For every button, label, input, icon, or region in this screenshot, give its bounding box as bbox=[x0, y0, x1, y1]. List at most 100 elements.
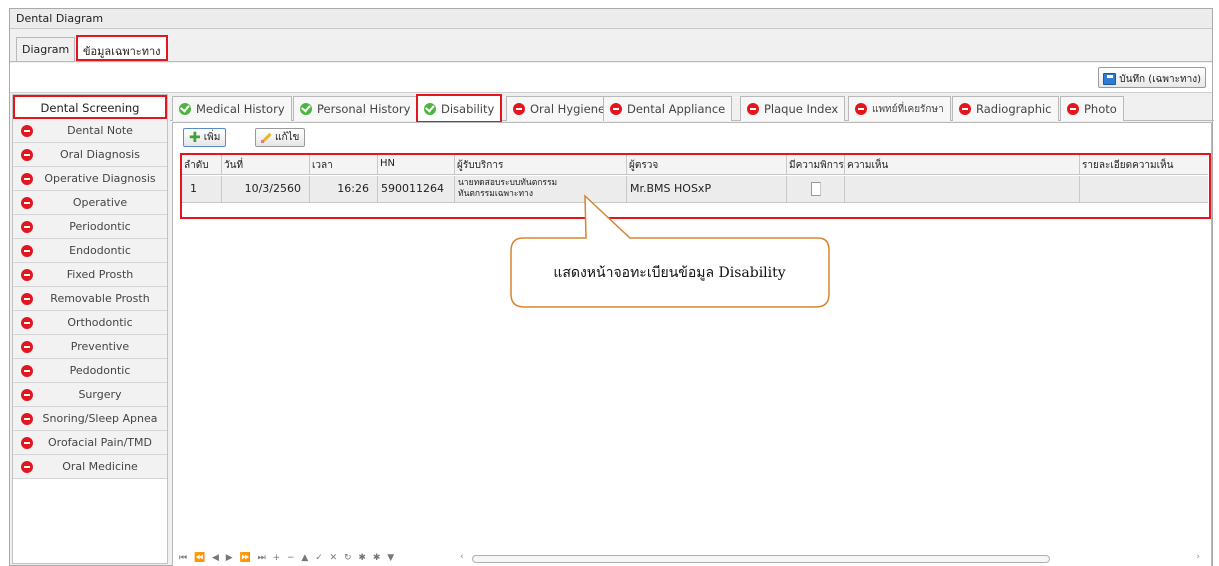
sidebar-item-preventive[interactable]: Preventive bbox=[13, 335, 167, 359]
sidebar-item-label: Endodontic bbox=[69, 244, 131, 257]
patient-line-2: ทันตกรรมเฉพาะทาง bbox=[458, 189, 533, 199]
cell-date: 10/3/2560 bbox=[222, 176, 310, 202]
edit-button[interactable]: แก้ไข bbox=[255, 128, 306, 147]
recorded-check-icon bbox=[424, 102, 436, 115]
tab-plaque-index[interactable]: Plaque Index bbox=[740, 96, 846, 121]
tab-label: Medical History bbox=[196, 102, 285, 116]
tab-medical-history[interactable]: Medical History bbox=[172, 96, 292, 121]
top-tab-strip: Diagram ข้อมูลเฉพาะทาง bbox=[10, 30, 1212, 62]
cell-patient: นายทดสอบระบบทันตกรรม ทันตกรรมเฉพาะทาง bbox=[455, 176, 627, 202]
save-specialty-button[interactable]: บันทึก (เฉพาะทาง) bbox=[1098, 67, 1206, 88]
not-recorded-icon bbox=[21, 172, 33, 185]
col-header-date[interactable]: วันที่ bbox=[222, 155, 310, 174]
sidebar-item-endodontic[interactable]: Endodontic bbox=[13, 239, 167, 263]
not-recorded-icon bbox=[21, 220, 33, 233]
tab-label: Plaque Index bbox=[764, 102, 839, 116]
cell-time: 16:26 bbox=[310, 176, 378, 202]
not-recorded-icon bbox=[21, 460, 33, 473]
sidebar-item-snoring-sleep-apnea[interactable]: Snoring/Sleep Apnea bbox=[13, 407, 167, 431]
sidebar-item-fixed-prosth[interactable]: Fixed Prosth bbox=[13, 263, 167, 287]
col-header-no[interactable]: ลำดับ bbox=[182, 155, 222, 174]
not-recorded-icon bbox=[21, 244, 33, 257]
horizontal-scrollbar[interactable]: ‹ › bbox=[460, 552, 1200, 564]
tab-label: Personal History bbox=[317, 102, 411, 116]
sidebar-item-pedodontic[interactable]: Pedodontic bbox=[13, 359, 167, 383]
tab-label: แพทย์ที่เคยรักษา bbox=[872, 103, 944, 115]
sidebar-item-oral-medicine[interactable]: Oral Medicine bbox=[13, 455, 167, 479]
sidebar-item-orthodontic[interactable]: Orthodontic bbox=[13, 311, 167, 335]
col-header-hn[interactable]: HN bbox=[378, 155, 455, 174]
disabled-checkbox[interactable] bbox=[810, 182, 821, 196]
callout-text: แสดงหน้าจอทะเบียนข้อมูล Disability bbox=[553, 265, 786, 281]
tab-diagram[interactable]: Diagram bbox=[16, 37, 76, 61]
not-recorded-icon bbox=[21, 268, 33, 281]
sidebar-item-label: Removable Prosth bbox=[50, 292, 150, 305]
sidebar-item-label: Pedodontic bbox=[69, 364, 131, 377]
tab-photo[interactable]: Photo bbox=[1060, 96, 1124, 121]
scroll-left-icon[interactable]: ‹ bbox=[460, 552, 464, 562]
sidebar-item-label: Orthodontic bbox=[67, 316, 133, 329]
sidebar-item-label: Surgery bbox=[78, 388, 122, 401]
sidebar-item-periodontic[interactable]: Periodontic bbox=[13, 215, 167, 239]
not-recorded-icon bbox=[855, 103, 867, 115]
cell-comment bbox=[845, 176, 1080, 202]
dental-diagram-window: Dental Diagram Diagram ข้อมูลเฉพาะทาง บั… bbox=[9, 8, 1214, 566]
scroll-right-icon[interactable]: › bbox=[1196, 552, 1200, 562]
cell-examiner: Mr.BMS HOSxP bbox=[627, 176, 787, 202]
col-header-time[interactable]: เวลา bbox=[310, 155, 378, 174]
col-header-comment[interactable]: ความเห็น bbox=[845, 155, 1080, 174]
col-header-examiner[interactable]: ผู้ตรวจ bbox=[627, 155, 787, 174]
tab-disability[interactable]: Disability bbox=[416, 94, 503, 123]
disability-grid: ลำดับ วันที่ เวลา HN ผู้รับบริการ ผู้ตรว… bbox=[180, 153, 1211, 219]
not-recorded-icon bbox=[21, 148, 33, 161]
pencil-icon bbox=[261, 132, 272, 143]
sidebar-item-oral-diagnosis[interactable]: Oral Diagnosis bbox=[13, 143, 167, 167]
table-row[interactable]: 1 10/3/2560 16:26 590011264 นายทดสอบระบบ… bbox=[182, 176, 1208, 203]
specialty-sidebar: Dental Screening Dental Note Oral Diagno… bbox=[12, 94, 168, 564]
sidebar-item-surgery[interactable]: Surgery bbox=[13, 383, 167, 407]
plus-icon: ✚ bbox=[189, 129, 201, 146]
not-recorded-icon bbox=[21, 412, 33, 425]
tab-personal-history[interactable]: Personal History bbox=[293, 96, 418, 121]
sidebar-item-orofacial-pain-tmd[interactable]: Orofacial Pain/TMD bbox=[13, 431, 167, 455]
sidebar-item-label: Operative Diagnosis bbox=[44, 172, 156, 185]
sidebar-item-removable-prosth[interactable]: Removable Prosth bbox=[13, 287, 167, 311]
not-recorded-icon bbox=[21, 340, 33, 353]
tab-label: Disability bbox=[441, 101, 495, 116]
sidebar-item-dental-note[interactable]: Dental Note bbox=[13, 119, 167, 143]
not-recorded-icon bbox=[21, 364, 33, 377]
sidebar-item-operative-diagnosis[interactable]: Operative Diagnosis bbox=[13, 167, 167, 191]
sidebar-item-label: Oral Medicine bbox=[62, 460, 138, 473]
sidebar-item-label: Snoring/Sleep Apnea bbox=[42, 412, 158, 425]
col-header-disabled[interactable]: มีความพิการ bbox=[787, 155, 845, 174]
not-recorded-icon bbox=[747, 103, 759, 115]
not-recorded-icon bbox=[21, 124, 33, 137]
col-header-patient[interactable]: ผู้รับบริการ bbox=[455, 155, 627, 174]
not-recorded-icon bbox=[21, 388, 33, 401]
floppy-disk-icon bbox=[1103, 73, 1117, 85]
tab-radiographic[interactable]: Radiographic bbox=[952, 96, 1059, 121]
scrollbar-thumb[interactable] bbox=[472, 555, 1050, 563]
tab-label: Radiographic bbox=[976, 102, 1052, 116]
not-recorded-icon bbox=[21, 436, 33, 449]
not-recorded-icon bbox=[513, 103, 525, 115]
add-button[interactable]: ✚ เพิ่ม bbox=[183, 128, 227, 147]
toolbar: บันทึก (เฉพาะทาง) bbox=[10, 63, 1212, 93]
not-recorded-icon bbox=[959, 103, 971, 115]
tab-label: Dental Appliance bbox=[627, 102, 726, 116]
sidebar-item-operative[interactable]: Operative bbox=[13, 191, 167, 215]
sidebar-item-label: Fixed Prosth bbox=[66, 268, 134, 281]
cell-comment-detail bbox=[1080, 176, 1208, 202]
tab-label: Photo bbox=[1084, 102, 1117, 116]
disability-panel: ✚ เพิ่ม แก้ไข ลำดับ วันที่ เวลา HN ผู้รั… bbox=[172, 122, 1212, 566]
tab-oral-hygiene[interactable]: Oral Hygiene bbox=[506, 96, 613, 121]
add-button-label: เพิ่ม bbox=[203, 132, 221, 143]
sidebar-item-label: Dental Note bbox=[67, 124, 133, 137]
col-header-comment-detail[interactable]: รายละเอียดความเห็น bbox=[1080, 155, 1208, 174]
not-recorded-icon bbox=[1067, 103, 1079, 115]
screening-tab-strip: Medical History Personal History Disabil… bbox=[170, 94, 1214, 123]
tab-dental-appliance[interactable]: Dental Appliance bbox=[603, 96, 733, 121]
tab-specialty-data[interactable]: ข้อมูลเฉพาะทาง bbox=[76, 35, 168, 61]
tab-previous-dentist[interactable]: แพทย์ที่เคยรักษา bbox=[848, 96, 951, 121]
sidebar-item-dental-screening[interactable]: Dental Screening bbox=[13, 95, 167, 119]
